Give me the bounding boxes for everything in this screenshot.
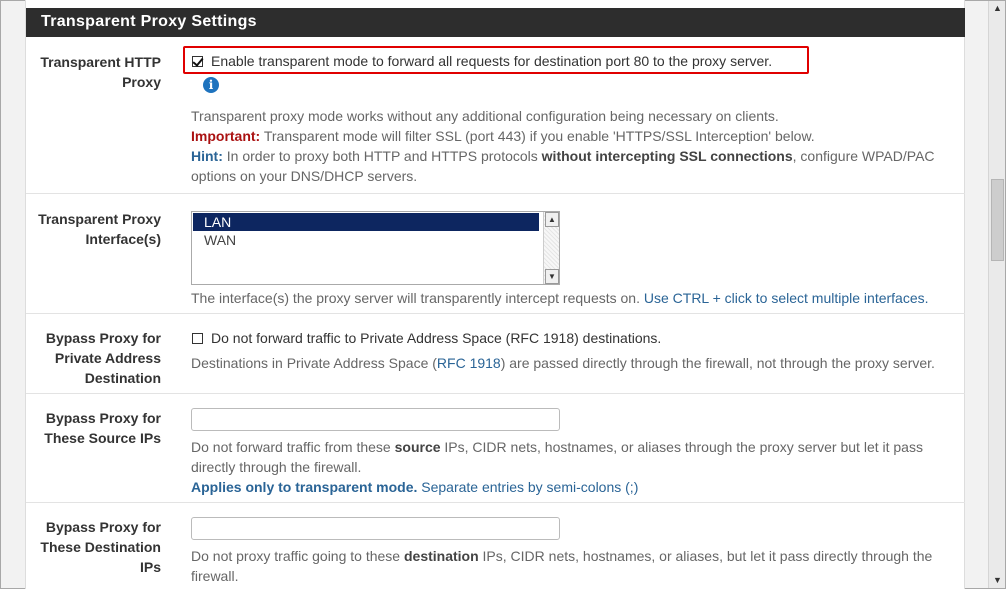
row-bypass-dest: Bypass Proxy for These Destination IPs D… — [26, 503, 965, 593]
hint-text: In order to proxy both HTTP and HTTPS pr… — [222, 148, 542, 164]
desc-line: Transparent proxy mode works without any… — [191, 108, 779, 124]
interfaces-desc-hint: Use CTRL + click to select multiple inte… — [643, 290, 929, 306]
scroll-up-icon[interactable]: ▲ — [545, 212, 559, 227]
bypass-private-checkbox-row[interactable]: Do not forward traffic to Private Addres… — [192, 328, 962, 348]
desc-line: Do not forward traffic from these source… — [191, 437, 961, 457]
interface-option-lan[interactable]: LAN — [193, 213, 539, 231]
interfaces-listbox[interactable]: LAN WAN ▲ ▼ — [191, 211, 560, 285]
bypass-private-label: Bypass Proxy for Private Address Destina… — [31, 328, 161, 388]
scroll-down-icon[interactable]: ▼ — [545, 269, 559, 284]
label-line: Private Address — [54, 350, 161, 366]
transparent-http-label: Transparent HTTP Proxy — [31, 52, 161, 92]
rfc1918-link[interactable]: RFC 1918 — [437, 355, 501, 371]
settings-panel: Transparent Proxy Settings Transparent H… — [25, 0, 965, 589]
desc-text: Do not proxy traffic going to these — [191, 548, 404, 564]
label-line: Interface(s) — [85, 231, 161, 247]
transparent-http-description: Transparent proxy mode works without any… — [191, 106, 961, 186]
desc-text: IPs, CIDR nets, hostnames, or aliases th… — [440, 439, 923, 455]
desc-bold: source — [394, 439, 441, 455]
label-line: Proxy — [122, 74, 161, 90]
page-scrollbar[interactable]: ▲ ▼ — [988, 1, 1005, 588]
label-line: Bypass Proxy for — [45, 519, 161, 535]
hint-label: Hint: — [191, 148, 223, 164]
label-line: Destination — [84, 370, 161, 386]
label-line: Transparent Proxy — [38, 211, 161, 227]
applies-text: Separate entries by semi-colons (;) — [417, 479, 639, 495]
desc-text: IPs, CIDR nets, hostnames, or aliases, b… — [478, 548, 933, 564]
hint-bold: without intercepting SSL connections — [541, 148, 793, 164]
bypass-dest-label: Bypass Proxy for These Destination IPs — [31, 517, 161, 577]
bypass-source-description: Do not forward traffic from these source… — [191, 437, 961, 497]
row-bypass-source: Bypass Proxy for These Source IPs Do not… — [26, 394, 965, 503]
row-bypass-private: Bypass Proxy for Private Address Destina… — [26, 314, 965, 394]
interfaces-desc-text: The interface(s) the proxy server will t… — [191, 290, 644, 306]
desc-line: firewall. — [191, 568, 239, 584]
desc-text: Destinations in Private Address Space ( — [191, 355, 437, 371]
applies-note: Applies only to transparent mode. Separa… — [191, 477, 961, 497]
important-text: Transparent mode will filter SSL (port 4… — [260, 128, 815, 144]
interfaces-description: The interface(s) the proxy server will t… — [191, 288, 961, 308]
important-note: Important: Transparent mode will filter … — [191, 126, 961, 146]
info-icon[interactable]: i — [203, 77, 219, 93]
page-scroll-thumb[interactable] — [991, 179, 1004, 261]
desc-text: ) are passed directly through the firewa… — [500, 355, 935, 371]
page-scroll-up-icon[interactable]: ▲ — [990, 1, 1005, 16]
desc-line: Do not proxy traffic going to these dest… — [191, 546, 961, 566]
desc-text: Do not forward traffic from these — [191, 439, 395, 455]
label-line: IPs — [139, 559, 161, 575]
row-interfaces: Transparent Proxy Interface(s) LAN WAN ▲… — [26, 194, 965, 314]
bypass-dest-description: Do not proxy traffic going to these dest… — [191, 546, 961, 586]
bypass-dest-ips-input[interactable] — [191, 517, 560, 540]
listbox-scrollbar[interactable]: ▲ ▼ — [543, 212, 559, 284]
important-label: Important: — [191, 128, 261, 144]
interface-option-wan[interactable]: WAN — [193, 231, 539, 249]
section-title: Transparent Proxy Settings — [26, 8, 965, 37]
label-line: Bypass Proxy for — [45, 330, 161, 346]
bypass-private-checkbox[interactable] — [192, 333, 203, 344]
bypass-source-label: Bypass Proxy for These Source IPs — [31, 408, 161, 448]
applies-bold: Applies only to transparent mode. — [191, 479, 418, 495]
desc-line: directly through the firewall. — [191, 459, 362, 475]
label-line: Transparent HTTP — [40, 54, 161, 70]
interfaces-label: Transparent Proxy Interface(s) — [31, 209, 161, 249]
hint-text: , configure WPAD/PAC — [792, 148, 935, 164]
bypass-source-ips-input[interactable] — [191, 408, 560, 431]
label-line: Bypass Proxy for — [45, 410, 161, 426]
desc-bold: destination — [403, 548, 479, 564]
page-scroll-down-icon[interactable]: ▼ — [990, 573, 1005, 588]
bypass-private-description: Destinations in Private Address Space (R… — [191, 353, 961, 373]
hint-note: Hint: In order to proxy both HTTP and HT… — [191, 146, 961, 166]
label-line: These Destination — [40, 539, 161, 555]
hint-line: options on your DNS/DHCP servers. — [191, 168, 418, 184]
bypass-private-checkbox-label: Do not forward traffic to Private Addres… — [211, 330, 662, 346]
label-line: These Source IPs — [44, 430, 161, 446]
highlight-box — [183, 46, 809, 74]
